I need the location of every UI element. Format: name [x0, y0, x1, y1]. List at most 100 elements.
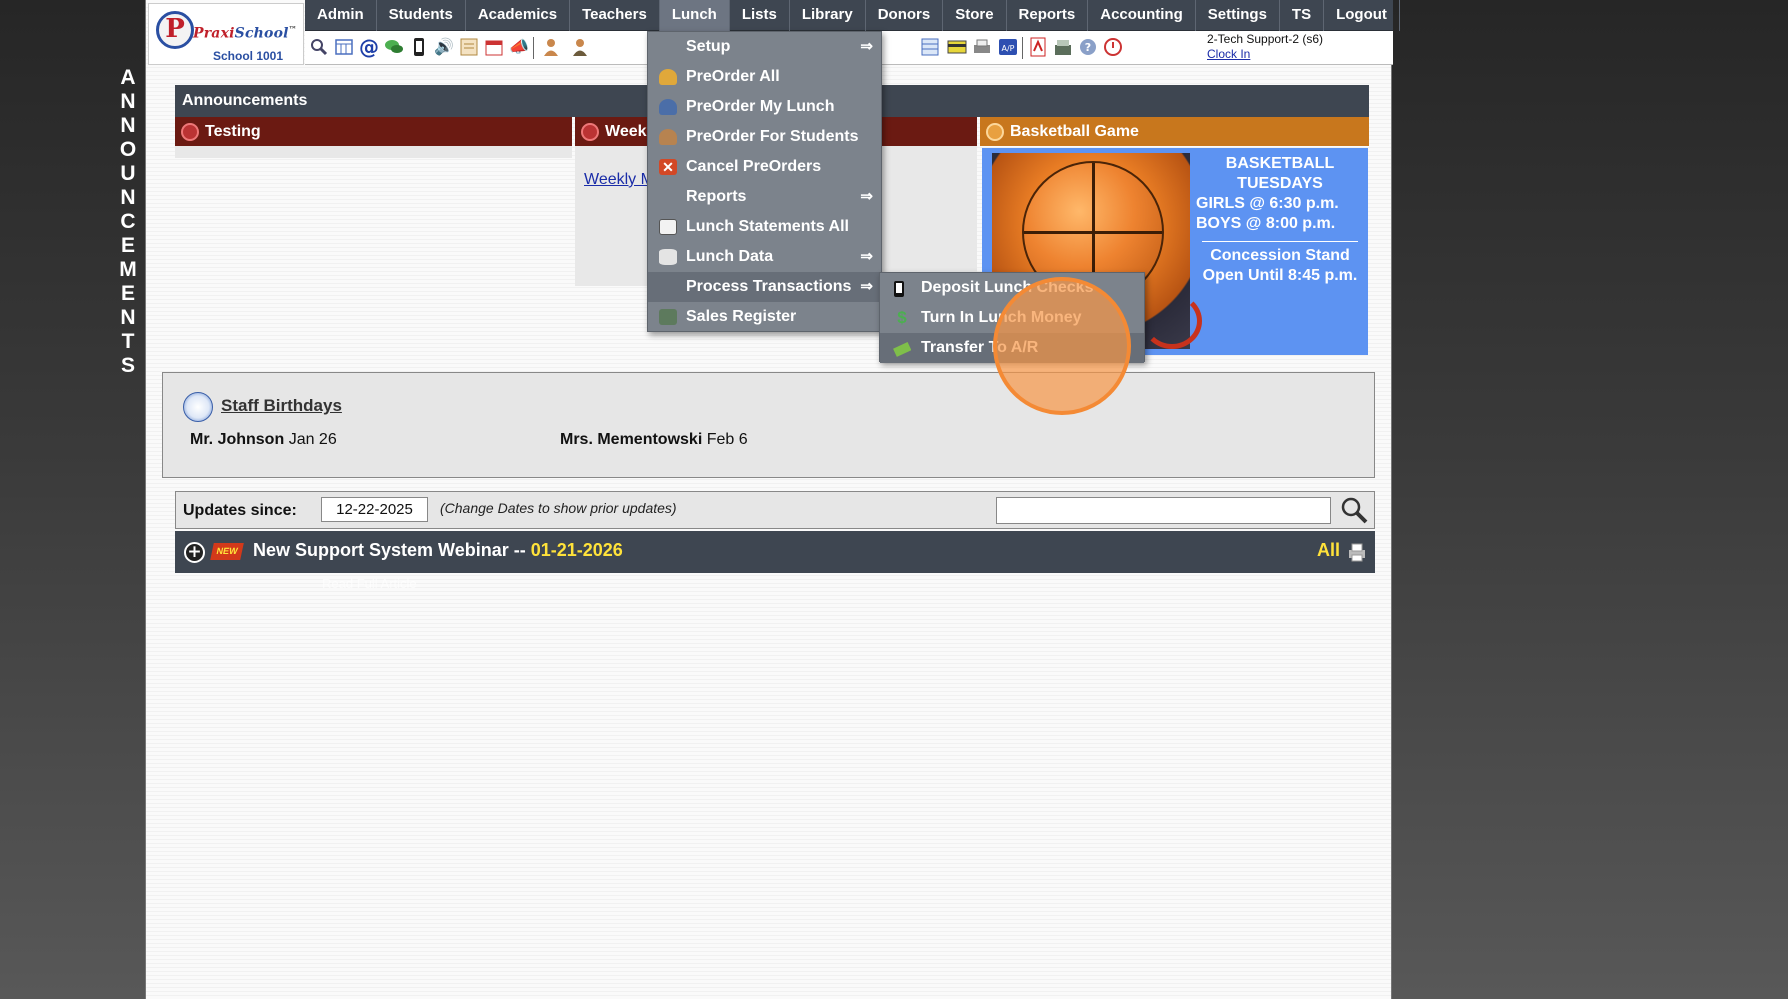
staff-birthdays-panel: Staff Birthdays Mr. Johnson Jan 26 Mrs. … — [162, 372, 1375, 478]
click-indicator — [993, 277, 1131, 415]
calendar-icon[interactable] — [483, 36, 505, 58]
side-letter: A — [120, 66, 136, 89]
chat-icon[interactable] — [383, 36, 405, 58]
birthday-date: Jan 26 — [288, 431, 337, 448]
nav-teachers[interactable]: Teachers — [570, 0, 660, 31]
person-gold-icon — [659, 69, 677, 85]
menu-item-label: Cancel PreOrders — [686, 158, 822, 175]
nav-academics[interactable]: Academics — [466, 0, 571, 31]
menu-item-label: PreOrder All — [686, 68, 780, 85]
money-icon — [893, 339, 912, 357]
nav-lunch[interactable]: Lunch — [659, 0, 730, 31]
updates-hint: (Change Dates to show prior updates) — [440, 500, 677, 516]
staff-icon[interactable] — [569, 36, 591, 58]
praxischool-logo[interactable]: P PraxiSchool™ School 1001 — [148, 3, 304, 65]
updates-bar: Updates since: 12-22-2025 (Change Dates … — [175, 491, 1375, 529]
card-icon[interactable] — [946, 36, 968, 58]
birthday-entry: Mr. Johnson Jan 26 — [190, 431, 337, 449]
email-icon[interactable]: @ — [358, 36, 380, 58]
announcement-icon — [986, 123, 1004, 141]
menu-item-sales-register[interactable]: Sales Register — [648, 302, 881, 332]
nav-accounting[interactable]: Accounting — [1088, 0, 1196, 31]
side-letter: N — [120, 90, 136, 113]
menu-item-label: Setup — [686, 38, 731, 55]
speaker-icon[interactable]: 🔊 — [433, 36, 455, 58]
help-icon[interactable]: ? — [1077, 36, 1099, 58]
nav-lists[interactable]: Lists — [730, 0, 790, 31]
megaphone-icon[interactable]: 📣 — [508, 36, 530, 58]
menu-item-lunch-statements-all[interactable]: Lunch Statements All — [648, 212, 881, 242]
accounts-payable-icon[interactable]: A/P — [997, 36, 1019, 58]
nav-reports[interactable]: Reports — [1007, 0, 1089, 31]
side-letter: M — [119, 258, 137, 281]
submenu-arrow-icon: ⇒ — [860, 278, 873, 295]
announcement-testing-title: Testing — [205, 123, 261, 140]
webinar-title-text: New Support System Webinar -- — [253, 540, 531, 560]
announcement-icon — [181, 123, 199, 141]
menu-item-preorder-all[interactable]: PreOrder All — [648, 62, 881, 92]
updates-date-input[interactable]: 12-22-2025 — [321, 497, 428, 522]
webinar-title[interactable]: New Support System Webinar -- 01-21-2026 — [253, 540, 623, 561]
submenu-arrow-icon: ⇒ — [860, 38, 873, 55]
nav-logout[interactable]: Logout — [1324, 0, 1400, 31]
students-icon — [659, 129, 677, 145]
svg-text:?: ? — [1085, 41, 1091, 54]
side-letter: E — [120, 234, 135, 257]
user-info: 2-Tech Support-2 (s6) Clock In — [1207, 32, 1323, 62]
menu-item-reports[interactable]: Reports ⇒ — [648, 182, 881, 212]
menu-item-preorder-for-students[interactable]: PreOrder For Students — [648, 122, 881, 152]
staff-birthdays-link[interactable]: Staff Birthdays — [221, 396, 342, 416]
menu-item-lunch-data[interactable]: Lunch Data ⇒ — [648, 242, 881, 272]
clock-in-link[interactable]: Clock In — [1207, 47, 1323, 62]
announcement-testing-header[interactable]: Testing — [175, 117, 572, 146]
dollar-icon: $ — [897, 308, 907, 327]
phone-icon — [893, 279, 911, 297]
menu-item-cancel-preorders[interactable]: ✕ Cancel PreOrders — [648, 152, 881, 182]
search-icon[interactable] — [308, 36, 330, 58]
webinar-date: 01-21-2026 — [530, 540, 623, 560]
side-letter: T — [121, 330, 135, 353]
nav-settings[interactable]: Settings — [1196, 0, 1280, 31]
birthday-date: Feb 6 — [706, 431, 748, 448]
show-all-link[interactable]: All — [1317, 540, 1340, 561]
side-letter: O — [119, 138, 137, 161]
side-letter: N — [120, 186, 136, 209]
updates-search-input[interactable] — [996, 497, 1331, 524]
search-icon[interactable] — [1338, 495, 1370, 525]
cash-register-icon[interactable] — [1052, 36, 1074, 58]
side-letter: E — [120, 282, 135, 305]
side-letter: N — [120, 306, 136, 329]
nav-donors[interactable]: Donors — [866, 0, 944, 31]
nav-admin[interactable]: Admin — [305, 0, 377, 31]
menu-item-process-transactions[interactable]: Process Transactions ⇒ — [648, 272, 881, 302]
webinar-update-row[interactable]: + NEW New Support System Webinar -- 01-2… — [175, 531, 1375, 573]
menu-item-preorder-my-lunch[interactable]: PreOrder My Lunch — [648, 92, 881, 122]
announcement-basketball-header[interactable]: Basketball Game — [980, 117, 1369, 146]
logo-school: School 1001 — [213, 49, 284, 63]
announcement-icon — [581, 123, 599, 141]
person-add-icon[interactable] — [540, 36, 562, 58]
nav-store[interactable]: Store — [943, 0, 1007, 31]
spreadsheet-icon[interactable] — [919, 36, 941, 58]
toolbar-separator — [533, 37, 534, 59]
bball-line1: BASKETBALL — [1225, 155, 1335, 172]
side-letter: U — [120, 162, 136, 185]
toolbar-separator — [1022, 37, 1023, 59]
newsletter-icon[interactable] — [458, 36, 480, 58]
power-icon[interactable] — [1102, 36, 1124, 58]
menu-item-setup[interactable]: Setup ⇒ — [648, 32, 881, 62]
nav-library[interactable]: Library — [790, 0, 866, 31]
print-icon[interactable] — [1347, 542, 1367, 562]
logo-tm: ™ — [288, 24, 297, 34]
main-page: P PraxiSchool™ School 1001 Admin Student… — [145, 0, 1400, 999]
logo-mark: P — [156, 11, 194, 49]
mobile-phone-icon[interactable] — [408, 36, 430, 58]
expand-plus-icon[interactable]: + — [184, 542, 205, 563]
menu-item-label: Process Transactions — [686, 278, 852, 295]
printer-icon[interactable] — [971, 36, 993, 58]
pdf-icon[interactable] — [1027, 36, 1049, 58]
database-icon — [659, 249, 677, 265]
calendar-grid-icon[interactable] — [333, 36, 355, 58]
nav-students[interactable]: Students — [377, 0, 466, 31]
nav-ts[interactable]: TS — [1280, 0, 1325, 31]
